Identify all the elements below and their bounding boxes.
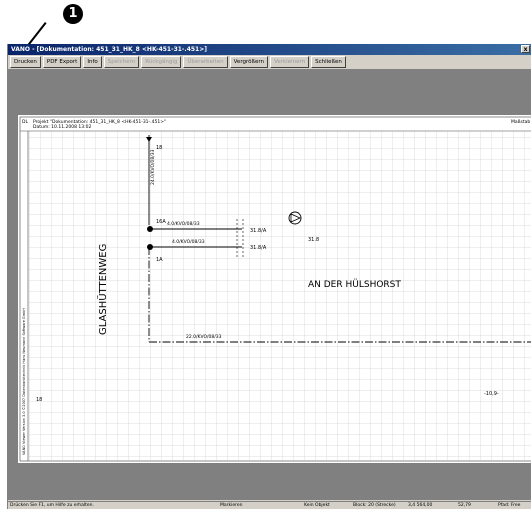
label-10-9: -10,9-	[484, 391, 499, 397]
zoom-in-button[interactable]: Vergrößern	[229, 56, 268, 68]
status-coord1: 3,4 564,00	[408, 503, 433, 508]
value-318: 31.8	[308, 237, 319, 243]
document-page: DL Projekt "Dokumentation: 451_31_HK_8 <…	[18, 115, 531, 463]
header-code: DL	[22, 119, 28, 125]
print-button[interactable]: Drucken	[10, 56, 41, 68]
street-vertical-label: GLASHÜTTENWEG	[96, 244, 109, 335]
vertical-cable-label: 24.0/KVO/08/33	[150, 149, 156, 185]
label-16a: 16A	[156, 219, 166, 225]
status-mode: Markieren	[220, 503, 243, 508]
cable-label-2: 4.0/KVO/08/33	[172, 239, 205, 245]
revise-button[interactable]: Überarbeiten	[183, 56, 228, 68]
cable-label-1: 4.0/KVO/08/33	[167, 221, 200, 227]
pdf-export-button[interactable]: PDF Export	[42, 56, 82, 68]
zoom-out-button[interactable]: Verkleinern	[269, 56, 310, 68]
document-viewer[interactable]: DL Projekt "Dokumentation: 451_31_HK_8 <…	[8, 110, 531, 500]
status-coord2: 52,79	[458, 503, 471, 508]
status-hint: Drücken Sie F1, um Hilfe zu erhalten.	[10, 503, 94, 508]
label-18-top: 18	[156, 145, 162, 151]
title-bar: VANO - [Dokumentation: 451_31_HK_8 <HK-4…	[8, 44, 531, 55]
callout: 1	[0, 0, 531, 47]
status-object: Kein Objekt	[304, 503, 330, 508]
status-block: Block: 20 (Strecke)	[353, 503, 396, 508]
header-date: Datum: 10.11.2008 13:02	[33, 124, 91, 130]
close-icon[interactable]: x	[521, 45, 530, 53]
toolbar: Drucken PDF Export Info Speichern Rückgä…	[8, 55, 531, 70]
viewer-top-margin	[8, 70, 531, 110]
value-318a-1: 31.8/A	[250, 228, 267, 234]
status-page: Pfad: Free	[498, 503, 521, 508]
callout-number: 1	[63, 4, 83, 24]
street-horizontal-label: AN DER HÜLSHORST	[308, 279, 401, 290]
save-button[interactable]: Speichern	[103, 56, 140, 68]
application-window: VANO - [Dokumentation: 451_31_HK_8 <HK-4…	[7, 44, 531, 509]
close-document-button[interactable]: Schließen	[311, 56, 346, 68]
info-button[interactable]: Info	[83, 56, 102, 68]
undo-button[interactable]: Rückgängig	[141, 56, 182, 68]
side-strip-text: VANO Viewer Version 3.0 ©2007 Datenbankt…	[22, 308, 26, 455]
status-bar: Drücken Sie F1, um Hilfe zu erhalten. Ma…	[8, 501, 531, 509]
cable-label-3: 22.0/KVO/08/33	[186, 334, 222, 340]
scale-label: Maßstab	[511, 119, 530, 125]
value-318a-2: 31.8/A	[250, 245, 267, 251]
label-1a: 1A	[156, 257, 163, 263]
window-title: VANO - [Dokumentation: 451_31_HK_8 <HK-4…	[11, 46, 207, 53]
label-18-bottom: 18	[36, 397, 42, 403]
plan-drawing: DL Projekt "Dokumentation: 451_31_HK_8 <…	[19, 116, 531, 462]
viewer-bottom-margin	[8, 466, 531, 500]
